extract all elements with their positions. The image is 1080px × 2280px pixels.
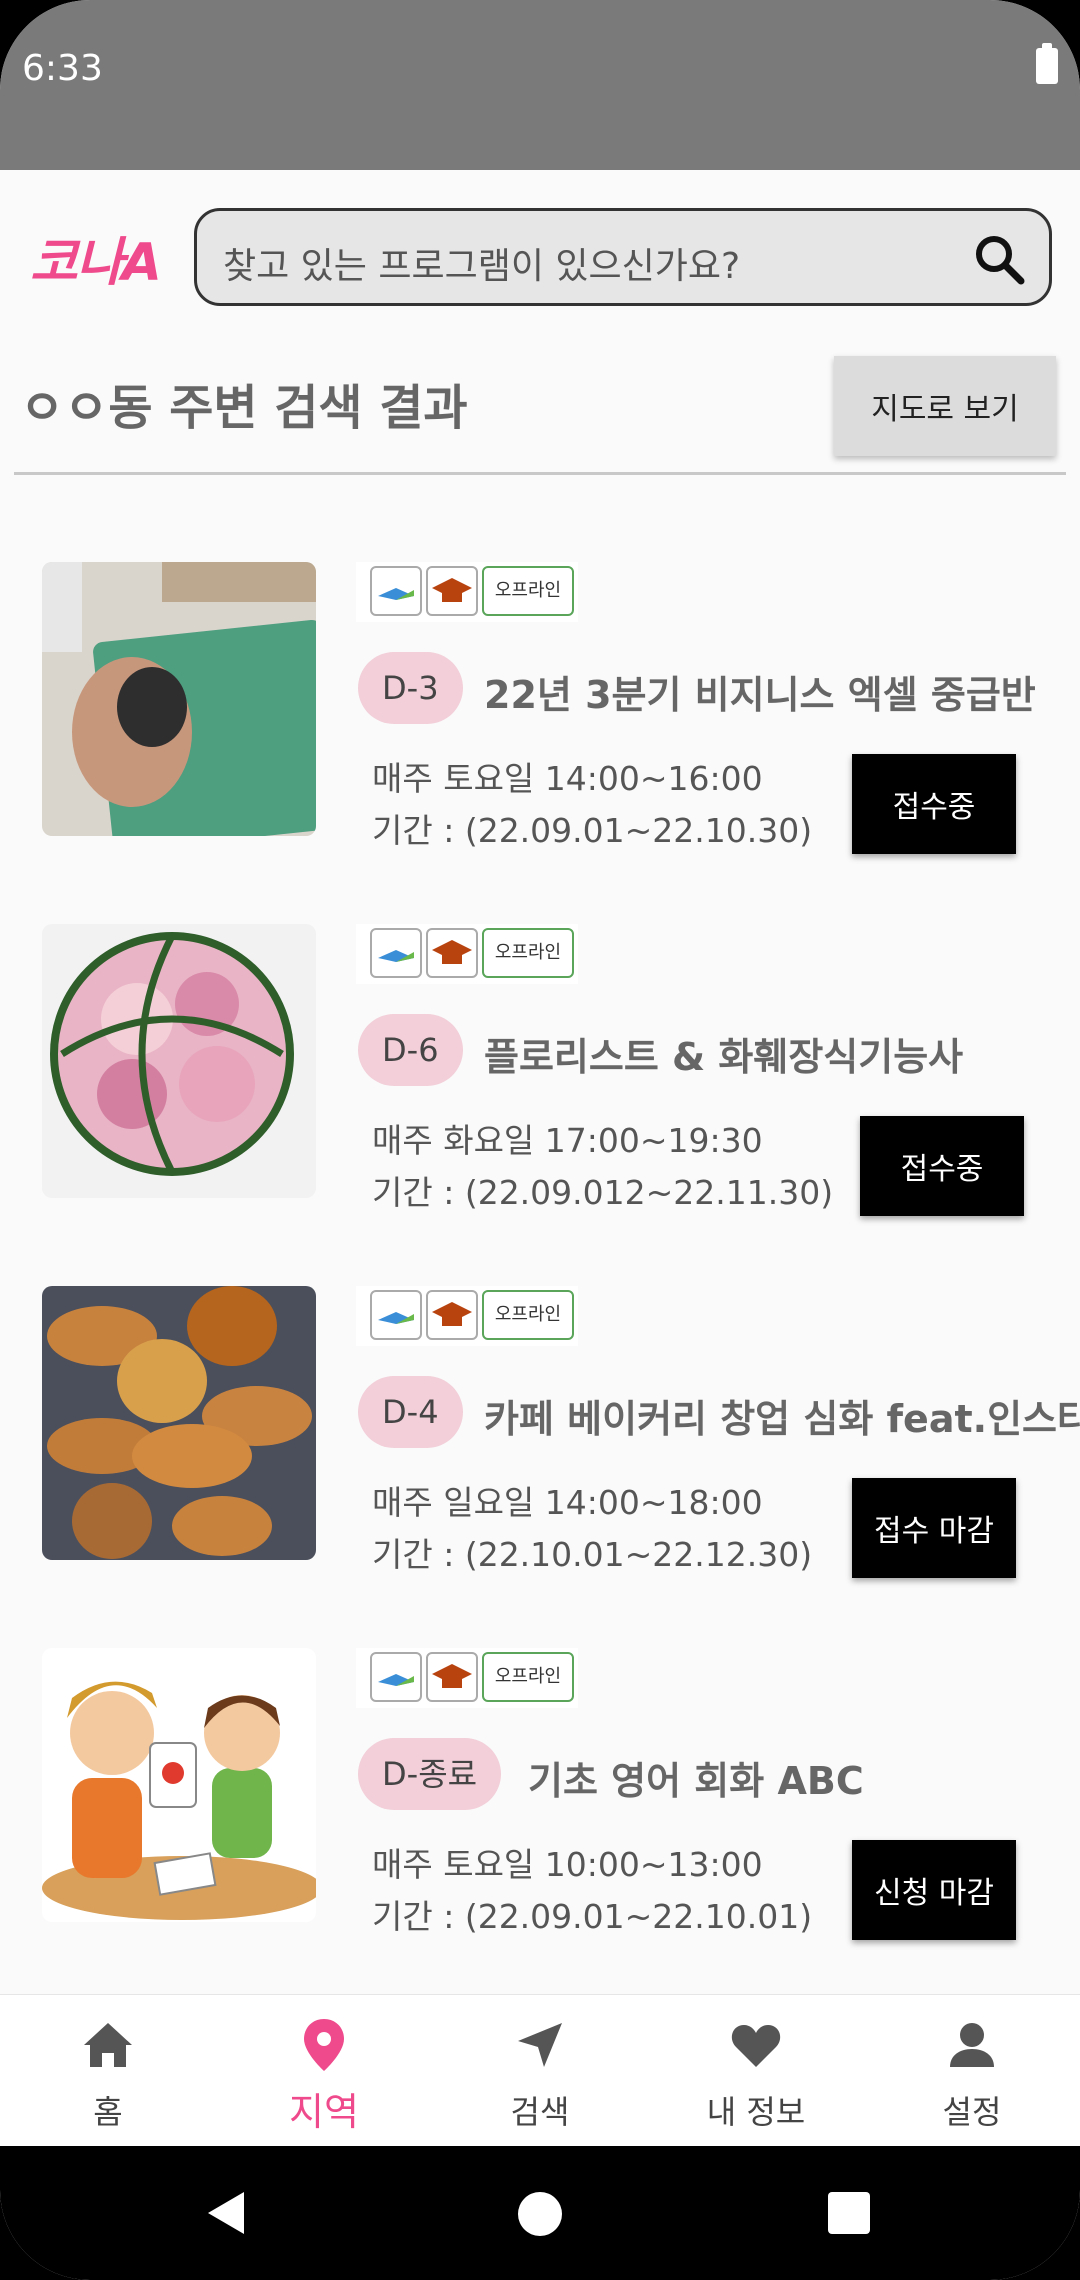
- program-schedule: 매주 토요일 10:00~13:00: [372, 1845, 763, 1884]
- flower-ball-photo: [42, 924, 316, 1198]
- nav-item-my-info[interactable]: 내 정보: [648, 1995, 864, 2147]
- status-bar: 6:33: [0, 0, 1080, 170]
- offline-tag: 오프라인: [482, 1652, 574, 1702]
- book-icon: [370, 566, 422, 616]
- app-header: 코나A 찾고 있는 프로그램이 있으신가요?: [0, 170, 1080, 340]
- map-view-button[interactable]: 지도로 보기: [834, 356, 1056, 456]
- program-title[interactable]: 기초 영어 회화 ABC: [528, 1750, 864, 1805]
- status-button[interactable]: 접수중: [860, 1116, 1024, 1216]
- graduation-cap-icon: [426, 928, 478, 978]
- book-icon: [370, 928, 422, 978]
- offline-tag: 오프라인: [482, 566, 574, 616]
- dday-badge: D-4: [358, 1376, 463, 1448]
- app-logo[interactable]: 코나A: [30, 220, 162, 295]
- program-title[interactable]: 22년 3분기 비지니스 엑셀 중급반: [484, 664, 1036, 719]
- program-schedule: 매주 화요일 17:00~19:30: [372, 1121, 763, 1160]
- heart-icon: [731, 2025, 781, 2067]
- offline-tag: 오프라인: [482, 1290, 574, 1340]
- bakery-photo: [42, 1286, 316, 1560]
- program-title[interactable]: 카페 베이커리 창업 심화 feat.인스타: [484, 1388, 1080, 1443]
- home-icon: [84, 2023, 132, 2067]
- graduation-cap-icon: [426, 1652, 478, 1702]
- tag-strip: 오프라인: [356, 924, 578, 984]
- location-pin-icon: [304, 2019, 344, 2071]
- dday-badge: D-3: [358, 652, 463, 724]
- status-time: 6:33: [22, 48, 103, 89]
- nav-label: 내 정보: [706, 2093, 806, 2131]
- program-card[interactable]: 오프라인 D-3 22년 3분기 비지니스 엑셀 중급반 매주 토요일 14:0…: [0, 562, 1080, 862]
- tag-strip: 오프라인: [356, 1648, 578, 1708]
- search-input[interactable]: 찾고 있는 프로그램이 있으신가요?: [194, 208, 1052, 306]
- search-placeholder: 찾고 있는 프로그램이 있으신가요?: [223, 246, 741, 287]
- bottom-nav: 홈 지역 검색 내 정보 설정: [0, 1994, 1080, 2146]
- dday-badge: D-종료: [358, 1738, 502, 1810]
- system-nav-bar: [0, 2146, 1080, 2280]
- nav-item-search[interactable]: 검색: [432, 1995, 648, 2147]
- nav-item-region[interactable]: 지역: [216, 1995, 432, 2147]
- results-title: ㅇㅇ동 주변 검색 결과: [20, 380, 468, 436]
- program-schedule: 매주 토요일 14:00~16:00: [372, 759, 763, 798]
- status-button[interactable]: 접수 마감: [852, 1478, 1016, 1578]
- nav-item-settings[interactable]: 설정: [864, 1995, 1080, 2147]
- phone-screen: 6:33 코나A 찾고 있는 프로그램이 있으신가요? ㅇㅇ동 주변 검색 결과…: [0, 0, 1080, 2280]
- offline-tag: 오프라인: [482, 928, 574, 978]
- program-title[interactable]: 플로리스트 & 화훼장식기능사: [484, 1026, 963, 1081]
- program-schedule: 매주 일요일 14:00~18:00: [372, 1483, 763, 1522]
- program-period: 기간 : (22.09.012~22.11.30): [372, 1173, 834, 1212]
- status-button[interactable]: 신청 마감: [852, 1840, 1016, 1940]
- book-icon: [370, 1652, 422, 1702]
- graduation-cap-icon: [426, 1290, 478, 1340]
- battery-icon: [1036, 43, 1058, 84]
- search-icon[interactable]: [971, 231, 1027, 287]
- graduation-cap-icon: [426, 566, 478, 616]
- program-card[interactable]: 오프라인 D-6 플로리스트 & 화훼장식기능사 매주 화요일 17:00~19…: [0, 924, 1080, 1224]
- navigation-arrow-icon: [518, 2023, 562, 2067]
- nav-label: 지역: [289, 2090, 359, 2134]
- mouse-keyboard-photo: [42, 562, 316, 836]
- dday-badge: D-6: [358, 1014, 463, 1086]
- english-lesson-illustration: [42, 1648, 316, 1922]
- program-card[interactable]: 오프라인 D-4 카페 베이커리 창업 심화 feat.인스타 매주 일요일 1…: [0, 1286, 1080, 1586]
- person-icon: [950, 2023, 994, 2067]
- program-period: 기간 : (22.10.01~22.12.30): [372, 1535, 813, 1574]
- tag-strip: 오프라인: [356, 562, 578, 622]
- tag-strip: 오프라인: [356, 1286, 578, 1346]
- program-card[interactable]: 오프라인 D-종료 기초 영어 회화 ABC 매주 토요일 10:00~13:0…: [0, 1648, 1080, 1948]
- program-period: 기간 : (22.09.01~22.10.01): [372, 1897, 813, 1936]
- nav-label: 검색: [510, 2093, 570, 2131]
- home-circle-icon[interactable]: [518, 2192, 562, 2236]
- program-period: 기간 : (22.09.01~22.10.30): [372, 811, 813, 850]
- status-button[interactable]: 접수중: [852, 754, 1016, 854]
- back-icon[interactable]: [202, 2188, 252, 2238]
- divider: [14, 472, 1066, 475]
- nav-label: 설정: [942, 2093, 1002, 2131]
- book-icon: [370, 1290, 422, 1340]
- nav-item-home[interactable]: 홈: [0, 1995, 216, 2147]
- nav-label: 홈: [93, 2093, 123, 2131]
- recents-square-icon[interactable]: [828, 2192, 870, 2234]
